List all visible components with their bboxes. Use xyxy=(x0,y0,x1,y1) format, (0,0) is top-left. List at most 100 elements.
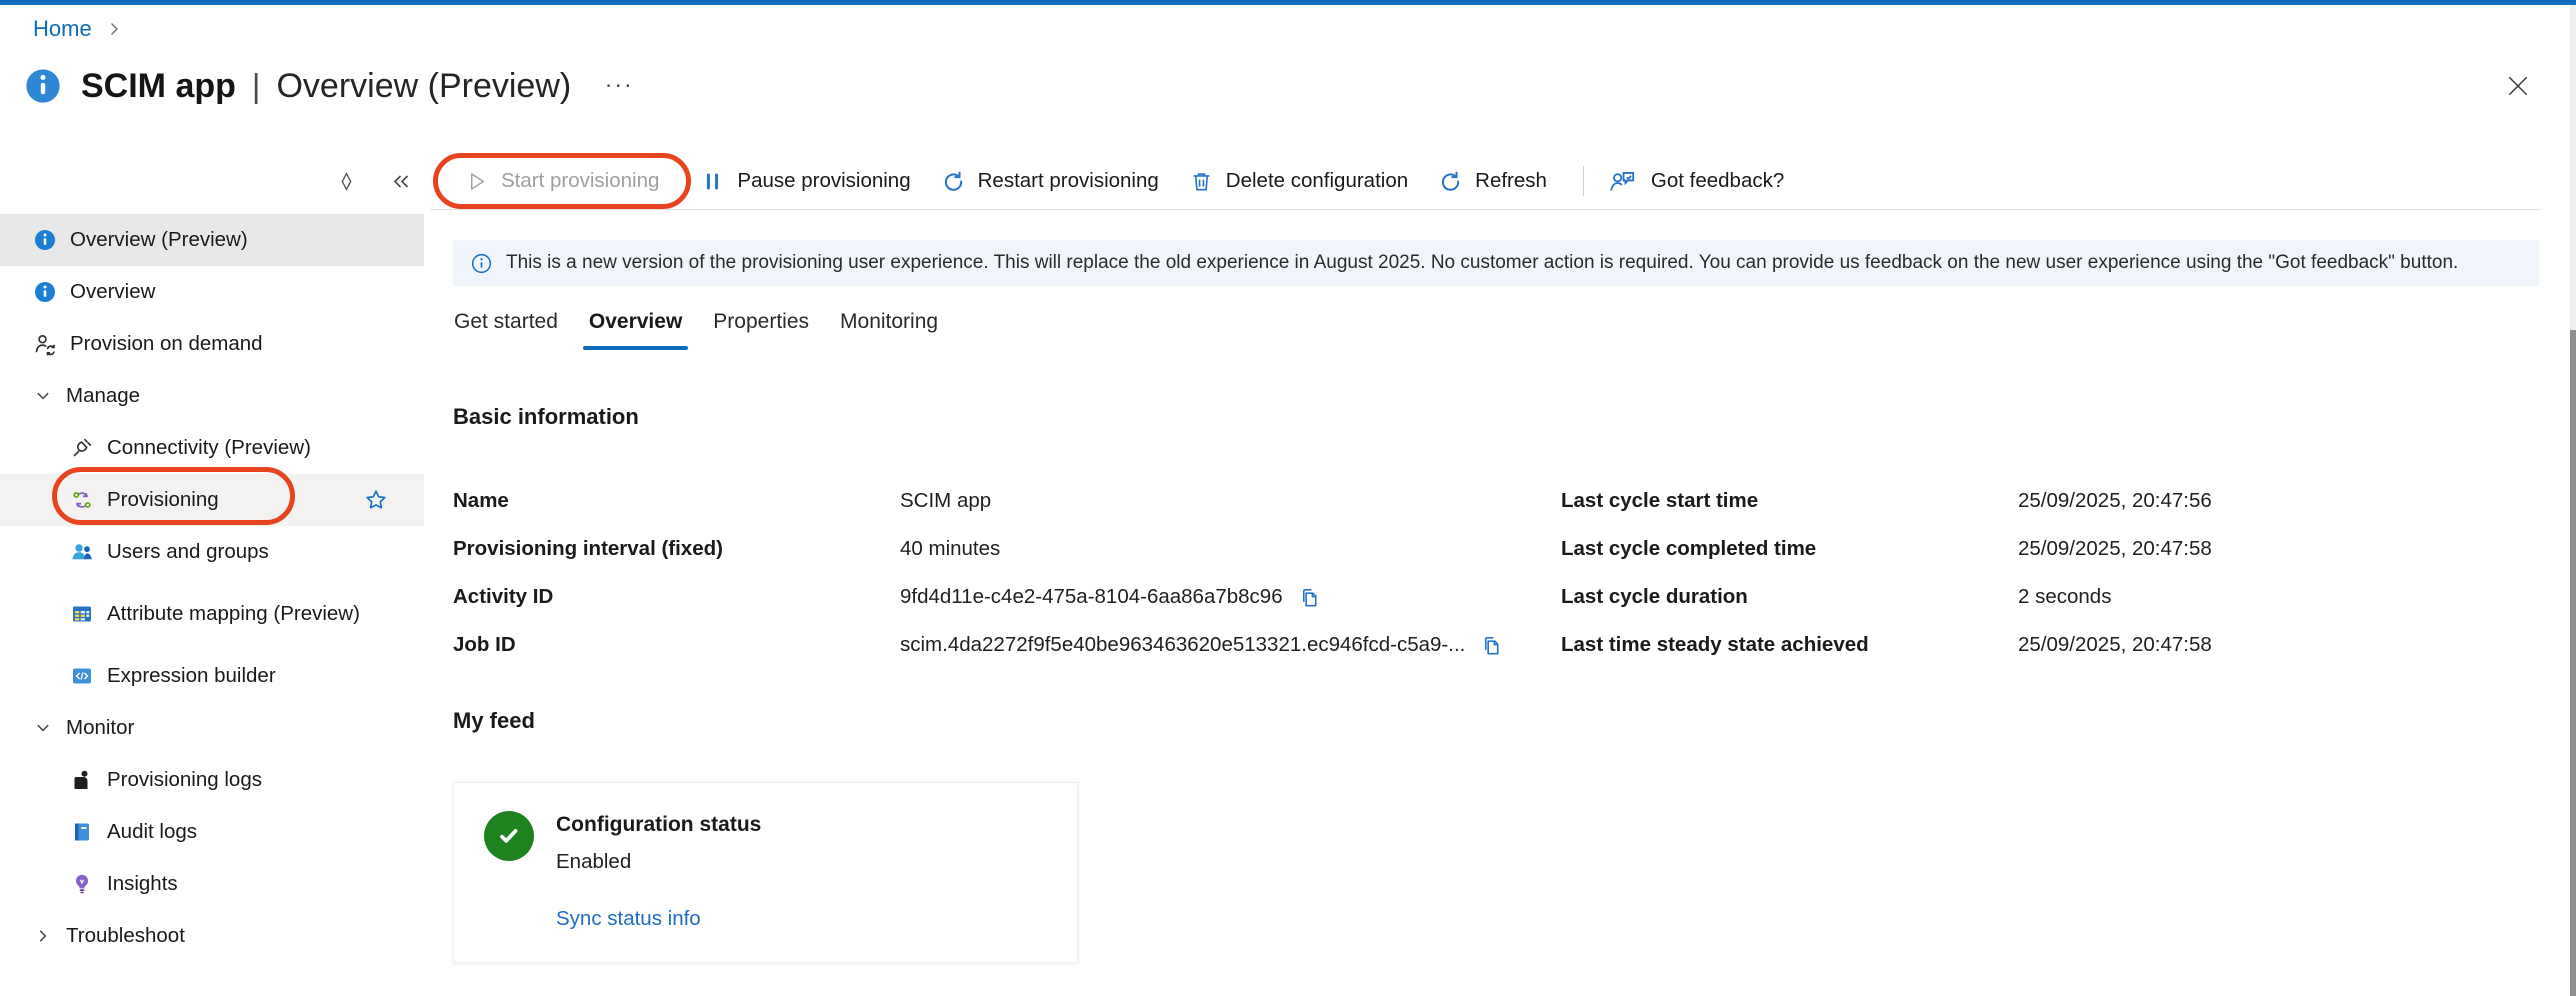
configuration-status-title: Configuration status xyxy=(556,813,761,837)
sidebar-group-label: Troubleshoot xyxy=(66,924,185,948)
field-row-activity-id: Activity ID 9fd4d11e-c4e2-475a-8104-6aa8… xyxy=(453,573,1503,621)
field-label: Name xyxy=(453,489,900,513)
sidebar-item-users-and-groups[interactable]: Users and groups xyxy=(0,526,424,578)
sidebar-item-label: Connectivity (Preview) xyxy=(107,436,311,460)
field-value: 2 seconds xyxy=(2018,585,2111,609)
sidebar-item-overview[interactable]: Overview xyxy=(0,266,424,318)
field-value: 9fd4d11e-c4e2-475a-8104-6aa86a7b8c96 xyxy=(900,585,1283,609)
sidebar-item-provisioning-logs[interactable]: Provisioning logs xyxy=(0,754,424,806)
person-log-icon xyxy=(70,768,94,792)
favorite-star-icon[interactable] xyxy=(364,488,388,512)
sidebar-group-label: Manage xyxy=(66,384,140,408)
start-provisioning-button[interactable]: Start provisioning xyxy=(465,169,659,193)
got-feedback-label: Got feedback? xyxy=(1651,169,1784,193)
sidebar-group-troubleshoot[interactable]: Troubleshoot xyxy=(0,910,424,962)
pause-provisioning-label: Pause provisioning xyxy=(737,169,910,193)
my-feed-title: My feed xyxy=(453,708,535,734)
scrollbar-thumb[interactable] xyxy=(2570,330,2576,996)
command-bar: Start provisioning Pause provisioning Re… xyxy=(0,155,2536,207)
copy-icon[interactable] xyxy=(1298,586,1321,609)
field-label: Last time steady state achieved xyxy=(1561,633,2018,657)
configuration-status-value: Enabled xyxy=(556,850,761,874)
breadcrumb-chevron-icon xyxy=(106,21,122,37)
got-feedback-button[interactable]: Got feedback? xyxy=(1608,168,1784,194)
sidebar-item-label: Attribute mapping (Preview) xyxy=(107,602,399,627)
resize-handle-icon[interactable] xyxy=(338,172,355,191)
chevron-down-icon xyxy=(35,720,51,736)
sidebar-group-manage[interactable]: Manage xyxy=(0,370,424,422)
chevron-right-icon xyxy=(35,928,51,944)
pause-provisioning-button[interactable]: Pause provisioning xyxy=(701,169,910,193)
sidebar-item-provisioning[interactable]: Provisioning xyxy=(0,474,424,526)
field-value: 25/09/2025, 20:47:58 xyxy=(2018,633,2212,657)
sidebar-item-connectivity-preview[interactable]: Connectivity (Preview) xyxy=(0,422,424,474)
field-row-last-cycle-start: Last cycle start time 25/09/2025, 20:47:… xyxy=(1561,477,2212,525)
sidebar-item-provision-on-demand[interactable]: Provision on demand xyxy=(0,318,424,370)
sidebar-item-label: Insights xyxy=(107,872,178,896)
sidebar-item-expression-builder[interactable]: Expression builder xyxy=(0,650,424,702)
info-banner: This is a new version of the provisionin… xyxy=(453,240,2539,286)
sync-status-info-link[interactable]: Sync status info xyxy=(556,907,761,931)
field-value: 25/09/2025, 20:47:56 xyxy=(2018,489,2212,513)
breadcrumb: Home xyxy=(33,16,122,42)
code-icon xyxy=(70,664,94,688)
field-label: Provisioning interval (fixed) xyxy=(453,537,900,561)
sidebar-group-monitor[interactable]: Monitor xyxy=(0,702,424,754)
field-value: scim.4da2272f9f5e40be963463620e513321.ec… xyxy=(900,633,1465,657)
sidebar-group-label: Monitor xyxy=(66,716,134,740)
toolbar-separator xyxy=(1583,166,1584,196)
info-icon xyxy=(33,280,57,304)
delete-configuration-label: Delete configuration xyxy=(1226,169,1408,193)
basic-information-right-column: Last cycle start time 25/09/2025, 20:47:… xyxy=(1561,477,2212,669)
toolbar-divider xyxy=(430,209,2541,210)
portal-top-accent-bar xyxy=(0,0,2576,5)
tab-overview[interactable]: Overview xyxy=(588,310,683,334)
refresh-button[interactable]: Refresh xyxy=(1439,169,1547,193)
delete-configuration-button[interactable]: Delete configuration xyxy=(1190,169,1408,193)
collapse-menu-icon[interactable] xyxy=(391,173,411,190)
sidebar-item-insights[interactable]: Insights xyxy=(0,858,424,910)
refresh-icon xyxy=(1439,170,1462,193)
breadcrumb-home-link[interactable]: Home xyxy=(33,16,92,42)
sidebar-item-label: Overview (Preview) xyxy=(70,228,248,252)
field-row-job-id: Job ID scim.4da2272f9f5e40be963463620e51… xyxy=(453,621,1503,669)
info-banner-text: This is a new version of the provisionin… xyxy=(506,252,2458,274)
blade-sidebar: Overview (Preview) Overview Provision on… xyxy=(0,214,424,962)
close-blade-button[interactable] xyxy=(2504,72,2532,100)
copy-icon[interactable] xyxy=(1480,634,1503,657)
play-icon xyxy=(465,170,488,193)
field-value: 25/09/2025, 20:47:58 xyxy=(2018,537,2212,561)
sidebar-item-attribute-mapping-preview[interactable]: Attribute mapping (Preview) xyxy=(0,578,424,650)
field-row-name: Name SCIM app xyxy=(453,477,1503,525)
sidebar-item-label: Provision on demand xyxy=(70,332,263,356)
restart-provisioning-label: Restart provisioning xyxy=(978,169,1159,193)
page-title: Overview (Preview) xyxy=(276,67,571,106)
sidebar-item-audit-logs[interactable]: Audit logs xyxy=(0,806,424,858)
field-label: Last cycle start time xyxy=(1561,489,2018,513)
tab-get-started[interactable]: Get started xyxy=(453,310,559,334)
sidebar-item-label: Overview xyxy=(70,280,155,304)
field-row-steady-state: Last time steady state achieved 25/09/20… xyxy=(1561,621,2212,669)
restart-provisioning-button[interactable]: Restart provisioning xyxy=(942,169,1159,193)
field-label: Activity ID xyxy=(453,585,900,609)
field-label: Last cycle duration xyxy=(1561,585,2018,609)
more-options-button[interactable]: ... xyxy=(605,66,634,106)
app-name: SCIM app xyxy=(81,67,236,106)
chevron-down-icon xyxy=(35,388,51,404)
sidebar-item-label: Users and groups xyxy=(107,540,269,564)
tab-monitoring[interactable]: Monitoring xyxy=(839,310,939,334)
person-sync-icon xyxy=(33,332,57,356)
title-separator: | xyxy=(252,67,261,105)
basic-information-title: Basic information xyxy=(453,404,639,430)
sidebar-item-label: Provisioning xyxy=(107,488,219,512)
sidebar-item-label: Provisioning logs xyxy=(107,768,262,792)
field-label: Job ID xyxy=(453,633,900,657)
configuration-status-card: Configuration status Enabled Sync status… xyxy=(453,782,1078,963)
field-row-provisioning-interval: Provisioning interval (fixed) 40 minutes xyxy=(453,525,1503,573)
sidebar-item-overview-preview[interactable]: Overview (Preview) xyxy=(0,214,424,266)
page-header: SCIM app | Overview (Preview) ... xyxy=(24,66,634,106)
tab-bar: Get started Overview Properties Monitori… xyxy=(453,310,939,334)
field-value: 40 minutes xyxy=(900,537,1000,561)
plug-icon xyxy=(70,436,94,460)
tab-properties[interactable]: Properties xyxy=(712,310,810,334)
